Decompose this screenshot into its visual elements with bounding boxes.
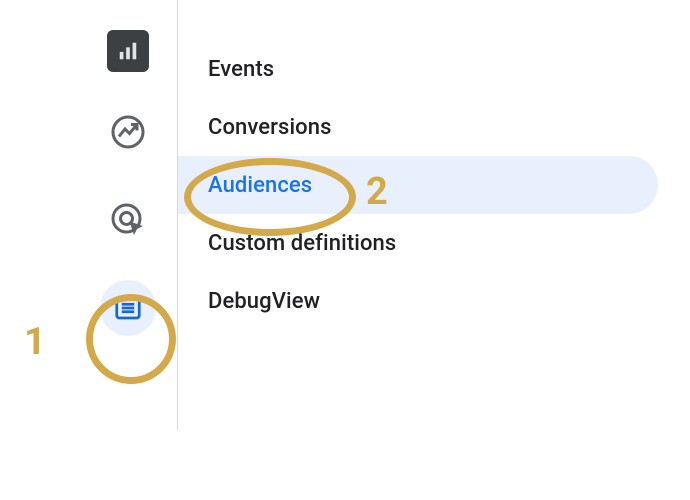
menu-item-label: Events xyxy=(208,57,274,82)
menu-list: Events Conversions Audiences Custom defi… xyxy=(178,40,678,330)
annotation-number-1: 1 xyxy=(24,320,46,364)
menu-item-audiences[interactable]: Audiences xyxy=(178,156,658,214)
configure-icon[interactable] xyxy=(100,280,156,336)
menu-item-label: Custom definitions xyxy=(208,231,396,256)
bars-icon xyxy=(117,40,139,62)
menu-item-debugview[interactable]: DebugView xyxy=(178,272,658,330)
target-click-icon xyxy=(110,202,146,238)
menu-item-label: Conversions xyxy=(208,115,332,140)
realtime-icon[interactable] xyxy=(100,104,156,160)
menu-item-label: Audiences xyxy=(208,173,312,198)
menu-item-custom-definitions[interactable]: Custom definitions xyxy=(178,214,658,272)
menu-item-label: DebugView xyxy=(208,289,320,314)
admin-submenu: Events Conversions Audiences Custom defi… xyxy=(178,0,678,430)
menu-item-conversions[interactable]: Conversions xyxy=(178,98,658,156)
trend-circle-icon xyxy=(110,114,146,150)
menu-item-events[interactable]: Events xyxy=(178,40,658,98)
list-icon xyxy=(113,293,143,323)
app-frame: Events Conversions Audiences Custom defi… xyxy=(78,0,678,430)
explore-icon[interactable] xyxy=(100,192,156,248)
nav-rail xyxy=(78,0,178,430)
reports-icon[interactable] xyxy=(107,30,149,72)
